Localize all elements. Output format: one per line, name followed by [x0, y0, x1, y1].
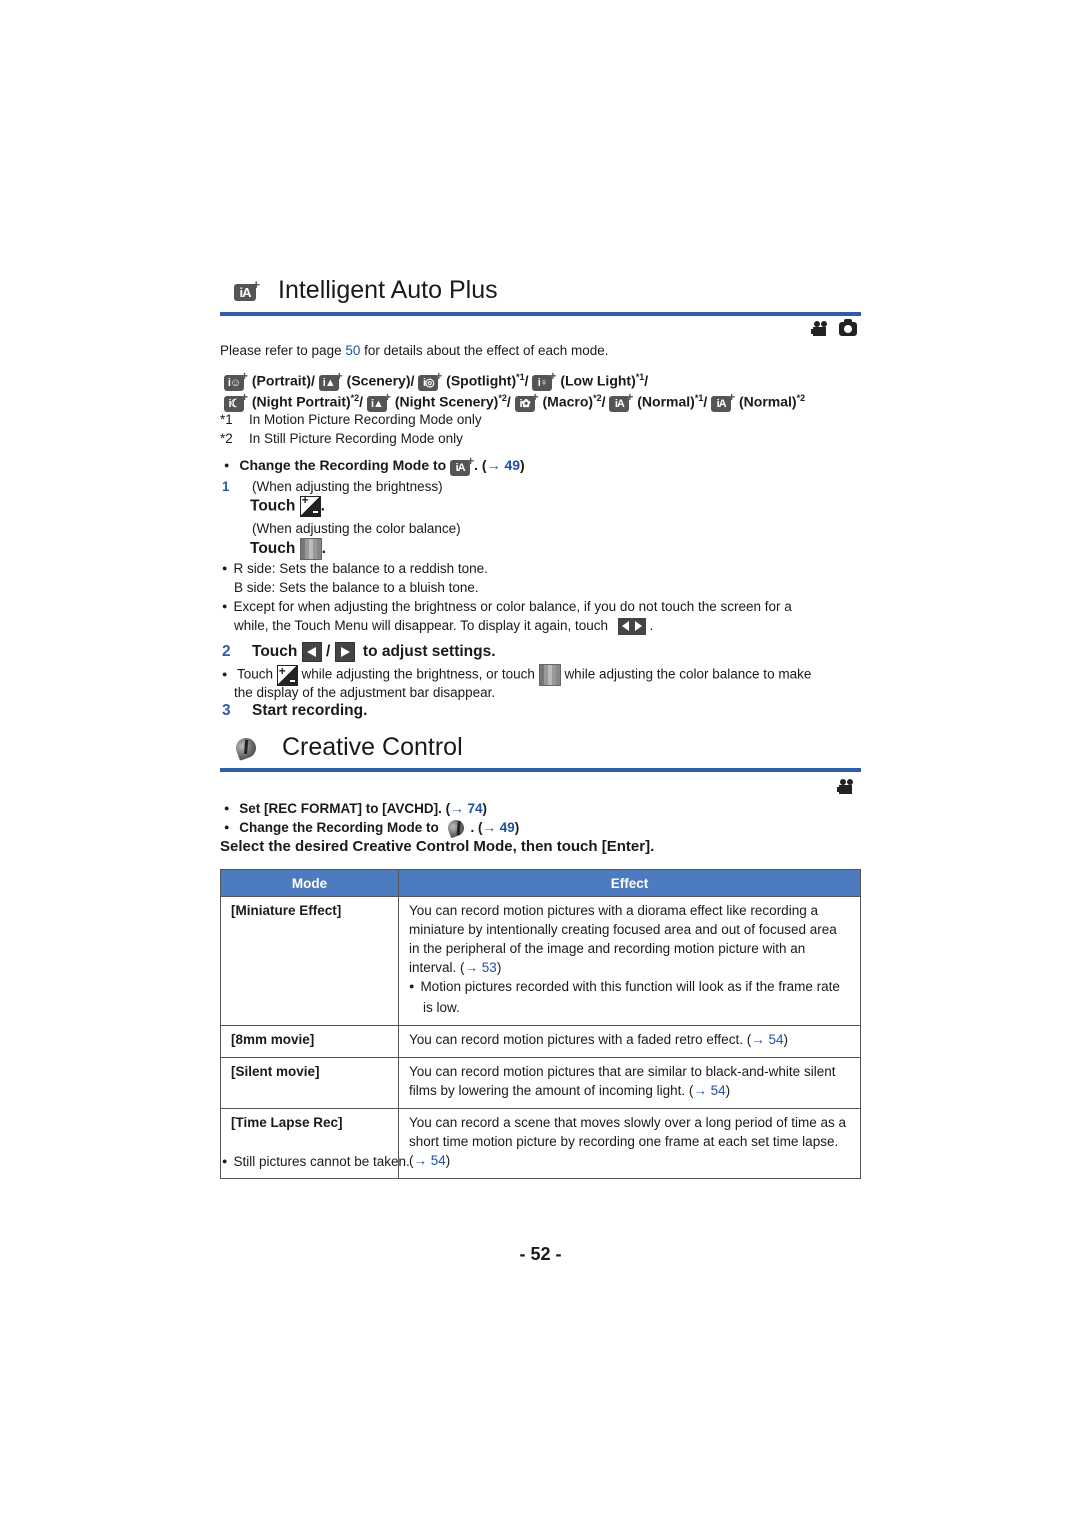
- normal-mode-icon: iA +: [609, 390, 633, 413]
- section-divider: [220, 312, 861, 316]
- page-link-49[interactable]: → 49: [482, 820, 514, 835]
- page-link-50[interactable]: 50: [345, 343, 360, 358]
- touch-menu-note-line2: while, the Touch Menu will disappear. To…: [234, 617, 654, 635]
- right-arrow-icon[interactable]: [334, 642, 355, 662]
- section-title-text: Creative Control: [282, 733, 463, 761]
- effect-cell: You can record motion pictures with a di…: [398, 896, 861, 1026]
- effect-cell: You can record motion pictures with a fa…: [398, 1025, 861, 1058]
- motion-picture-icon: [837, 778, 855, 795]
- section-divider: [220, 768, 861, 772]
- column-header-effect: Effect: [398, 869, 861, 897]
- touch-menu-toggle-icon[interactable]: [617, 617, 646, 635]
- table-header-row: Mode Effect: [220, 869, 861, 897]
- creative-control-icon: [233, 734, 259, 761]
- mode-availability-icons: [810, 318, 857, 338]
- step-1-touch-color-balance: Touch .: [250, 538, 326, 560]
- page-link-74[interactable]: → 74: [450, 801, 482, 816]
- section-title-creative-control: Creative Control: [220, 733, 463, 762]
- mode-availability-icons: [837, 778, 855, 796]
- page-link-54[interactable]: → 54: [414, 1153, 446, 1168]
- step-2: 2 Touch / to adjust settings.: [222, 642, 496, 662]
- refer-text: Please refer to page 50 for details abou…: [220, 343, 609, 358]
- page-link-53[interactable]: → 53: [465, 960, 497, 975]
- mode-cell: [Miniature Effect]: [220, 896, 399, 1026]
- footnote-1: *1 In Motion Picture Recording Mode only: [220, 412, 482, 427]
- step-3: 3 Start recording.: [222, 702, 368, 719]
- rec-format-instruction: Set [REC FORMAT] to [AVCHD]. (→ 74): [224, 799, 487, 820]
- step-1-note-color-balance: (When adjusting the color balance): [252, 521, 461, 536]
- section-title-intelligent-auto-plus: iA + Intelligent Auto Plus: [220, 276, 498, 305]
- left-arrow-icon[interactable]: [301, 642, 322, 662]
- mode-cell: [8mm movie]: [220, 1025, 399, 1058]
- creative-control-icon: [446, 818, 467, 839]
- white-balance-icon[interactable]: [538, 664, 561, 686]
- step-1-touch-brightness: Touch .: [250, 493, 325, 517]
- footnote-2: *2 In Still Picture Recording Mode only: [220, 431, 463, 446]
- effect-cell: You can record motion pictures that are …: [398, 1057, 861, 1109]
- table-row: [Silent movie] You can record motion pic…: [220, 1057, 861, 1109]
- touch-menu-note-line1: Except for when adjusting the brightness…: [222, 597, 791, 618]
- creative-control-table: Mode Effect [Miniature Effect] You can r…: [220, 869, 861, 1179]
- macro-mode-icon: i✿ +: [514, 390, 539, 413]
- adjustment-bar-note-line2: the display of the adjustment bar disapp…: [234, 685, 496, 700]
- still-picture-icon: [839, 318, 857, 336]
- change-mode-instruction: Change the Recording Mode to . (→ 49): [224, 818, 519, 839]
- mode-cell: [Silent movie]: [220, 1057, 399, 1109]
- step-1-note-brightness: 1 (When adjusting the brightness): [222, 479, 443, 494]
- creative-control-instruction: Select the desired Creative Control Mode…: [220, 838, 655, 855]
- r-side-note: R side: Sets the balance to a reddish to…: [222, 559, 487, 580]
- white-balance-icon[interactable]: [299, 538, 322, 560]
- still-pictures-note: Still pictures cannot be taken.: [222, 1152, 409, 1173]
- mode-list-line2: i☾ + (Night Portrait)*2/ i▲ + (Night Scene…: [224, 389, 805, 413]
- change-mode-instruction: Change the Recording Mode to iA+. (→ 49): [224, 454, 525, 477]
- section-title-text: Intelligent Auto Plus: [278, 276, 498, 304]
- normal-mode-icon: iA +: [711, 390, 735, 413]
- table-row: [8mm movie] You can record motion pictur…: [220, 1025, 861, 1058]
- brightness-adjust-icon[interactable]: [299, 493, 321, 517]
- effect-cell: You can record a scene that moves slowly…: [398, 1108, 861, 1179]
- motion-picture-icon: [810, 320, 829, 337]
- page-link-49[interactable]: → 49: [487, 457, 520, 473]
- page-link-54[interactable]: → 54: [751, 1032, 783, 1047]
- column-header-mode: Mode: [220, 869, 399, 897]
- mode-list-line1: i☺ + (Portrait)/ i▲ + (Scenery)/ i◎ + (Spot…: [224, 368, 648, 392]
- effect-note: Motion pictures recorded with this funct…: [409, 977, 850, 1017]
- b-side-note: B side: Sets the balance to a bluish ton…: [234, 580, 479, 595]
- intelligent-auto-plus-icon: iA +: [234, 277, 260, 301]
- page-number: - 52 -: [519, 1244, 562, 1264]
- intelligent-auto-plus-icon: iA +: [450, 454, 474, 476]
- table-row: [Miniature Effect] You can record motion…: [220, 896, 861, 1026]
- page-link-54[interactable]: → 54: [693, 1083, 725, 1098]
